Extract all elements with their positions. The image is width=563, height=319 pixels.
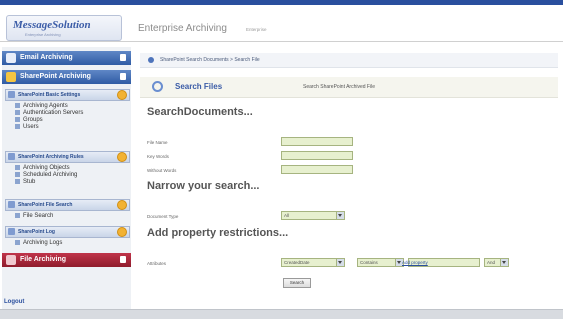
logo-text: MessageSolution (13, 19, 91, 31)
app-title: Enterprise Archiving (138, 23, 227, 34)
key-words-label: Key Words (147, 154, 169, 159)
header-divider (0, 41, 563, 42)
app-header: MessageSolution Enterprise Archiving Ent… (0, 5, 563, 41)
sidebar-item-archiving-objects[interactable]: Archiving Objects (15, 165, 70, 171)
attribute-property-select[interactable]: CreatedDate (281, 258, 345, 267)
logout-link[interactable]: Logout (4, 299, 24, 305)
stub-icon (15, 179, 20, 184)
property-restrictions-heading: Add property restrictions... (147, 227, 289, 239)
item-label: Archiving Logs (23, 240, 63, 247)
agent-icon (15, 103, 20, 108)
sidebar-bar-email-archiving[interactable]: Email Archiving (2, 51, 131, 65)
search-documents-heading: SearchDocuments... (147, 106, 253, 118)
sidebar: Email Archiving SharePoint Archiving Sha… (2, 47, 131, 309)
without-words-label: Without Words (147, 168, 177, 173)
section-label: SharePoint Archiving Rules (18, 154, 84, 160)
search-files-description: Search SharePoint Archived File (303, 84, 375, 90)
log-file-icon (15, 240, 20, 245)
item-label: Users (23, 124, 39, 131)
brand-logo[interactable]: MessageSolution Enterprise Archiving (6, 15, 122, 41)
email-icon (6, 53, 16, 63)
section-log[interactable]: SharePoint Log (5, 226, 130, 238)
document-type-label: Document Type (147, 214, 179, 219)
expand-icon[interactable] (117, 227, 127, 237)
file-name-label: File Name (147, 140, 168, 145)
section-label: SharePoint Log (18, 229, 55, 235)
item-label: Stub (23, 179, 36, 186)
search-files-header: Search Files Search SharePoint Archived … (140, 77, 558, 98)
sidebar-bar-label: Email Archiving (20, 54, 73, 61)
sidebar-bar-sharepoint-archiving[interactable]: SharePoint Archiving (2, 70, 131, 84)
file-name-input[interactable] (281, 137, 353, 146)
sidebar-item-file-search[interactable]: File Search (15, 213, 53, 219)
attributes-label: Attributes (147, 261, 167, 266)
document-type-select[interactable]: All (281, 211, 345, 220)
item-label: Archiving Agents (23, 103, 68, 110)
breadcrumb-text[interactable]: SharePoint Search Documents > Search Fil… (160, 57, 260, 63)
settings-icon (8, 91, 15, 98)
server-icon (15, 110, 20, 115)
file-search-icon (15, 213, 20, 218)
search-icon (8, 201, 15, 208)
logo-tagline: Enterprise Archiving (25, 32, 61, 37)
log-icon (8, 228, 15, 235)
expand-icon[interactable] (117, 152, 127, 162)
attribute-logic-select[interactable]: And (484, 258, 509, 267)
attribute-operator-select[interactable]: Contains (357, 258, 404, 267)
chevron-down-icon (500, 259, 508, 266)
chevron-down-icon (336, 259, 344, 266)
collapse-toggle-icon[interactable] (120, 54, 126, 61)
item-label: Authentication Servers (23, 110, 84, 117)
sidebar-item-authentication-servers[interactable]: Authentication Servers (15, 110, 83, 116)
sidebar-item-archiving-agents[interactable]: Archiving Agents (15, 103, 68, 109)
expand-icon[interactable] (117, 200, 127, 210)
collapse-toggle-icon[interactable] (120, 256, 126, 263)
narrow-search-heading: Narrow your search... (147, 180, 260, 192)
search-button[interactable]: Search (283, 278, 311, 288)
key-words-input[interactable] (281, 151, 353, 160)
collapse-toggle-icon[interactable] (120, 73, 126, 80)
sidebar-bar-label: File Archiving (20, 256, 67, 263)
expand-icon[interactable] (117, 90, 127, 100)
attribute-property-value: CreatedDate (284, 260, 310, 265)
item-label: File Search (23, 213, 54, 220)
section-basic-settings[interactable]: SharePoint Basic Settings (5, 89, 130, 101)
chevron-down-icon (336, 212, 344, 219)
without-words-input[interactable] (281, 165, 353, 174)
rules-icon (8, 153, 15, 160)
section-file-search[interactable]: SharePoint File Search (5, 199, 130, 211)
object-icon (15, 165, 20, 170)
attribute-logic-value: And (487, 260, 496, 265)
add-property-link[interactable]: Add property (402, 260, 428, 265)
sidebar-item-scheduled-archiving[interactable]: Scheduled Archiving (15, 172, 77, 178)
attribute-operator-value: Contains (360, 260, 378, 265)
magnifier-icon (152, 81, 163, 92)
user-icon (15, 124, 20, 129)
section-archiving-rules[interactable]: SharePoint Archiving Rules (5, 151, 130, 163)
sidebar-item-users[interactable]: Users (15, 124, 39, 130)
app-subtitle: Enterprise (246, 27, 267, 32)
item-label: Archiving Objects (23, 165, 70, 172)
sidebar-bar-label: SharePoint Archiving (20, 73, 91, 80)
schedule-icon (15, 172, 20, 177)
section-label: SharePoint File Search (18, 202, 73, 208)
document-type-value: All (284, 213, 290, 218)
item-label: Groups (23, 117, 43, 124)
sidebar-item-archiving-logs[interactable]: Archiving Logs (15, 240, 62, 246)
item-label: Scheduled Archiving (23, 172, 78, 179)
breadcrumb: SharePoint Search Documents > Search Fil… (140, 53, 558, 68)
search-files-title: Search Files (175, 82, 223, 91)
info-icon (148, 57, 154, 63)
file-icon (6, 255, 16, 265)
sidebar-bar-file-archiving[interactable]: File Archiving (2, 253, 131, 267)
sidebar-item-stub[interactable]: Stub (15, 179, 35, 185)
main-content: SharePoint Search Documents > Search Fil… (138, 47, 558, 309)
section-label: SharePoint Basic Settings (18, 92, 81, 98)
sidebar-item-groups[interactable]: Groups (15, 117, 43, 123)
group-icon (15, 117, 20, 122)
sharepoint-icon (6, 72, 16, 82)
